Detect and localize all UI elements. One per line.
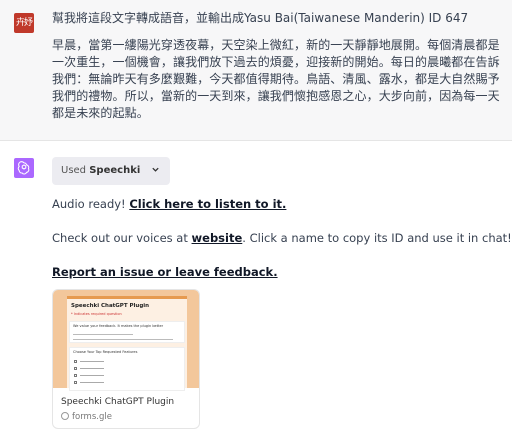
thumbnail-section: Choose Your Top Requested Features <box>69 347 185 391</box>
checkbox-icon <box>74 360 77 363</box>
plugin-used-toggle[interactable]: Used Speechki <box>52 157 170 185</box>
globe-icon <box>61 412 69 420</box>
user-message-text: 幫我將這段文字轉成語音，並輸出成Yasu Bai(Taiwanese Mande… <box>52 10 502 122</box>
card-domain: forms.gle <box>61 412 112 422</box>
thumbnail-title: Speechki ChatGPT Plugin <box>71 303 150 309</box>
plugin-used-prefix: Used <box>61 165 87 176</box>
thumbnail-subtitle: * Indicates required question <box>71 312 122 316</box>
card-domain-text: forms.gle <box>72 412 112 422</box>
thumbnail-section-label: Choose Your Top Requested Features <box>73 350 138 354</box>
form-thumbnail: Speechki ChatGPT Plugin * Indicates requ… <box>53 290 199 391</box>
assistant-message: Used Speechki Audio ready! Click here to… <box>0 141 512 448</box>
chevron-down-icon <box>151 157 160 185</box>
form-preview: Speechki ChatGPT Plugin * Indicates requ… <box>67 296 187 391</box>
thumbnail-option-line <box>80 368 104 369</box>
checkbox-icon <box>74 367 77 370</box>
voices-prefix-text: Check out our voices at <box>52 231 192 245</box>
link-preview-card[interactable]: Speechki ChatGPT Plugin * Indicates requ… <box>52 289 200 429</box>
report-issue-link[interactable]: Report an issue or leave feedback. <box>52 265 278 279</box>
website-link[interactable]: website <box>192 231 243 245</box>
user-paragraph: 早晨，當第一縷陽光穿透夜幕，天空染上微紅，新的一天靜靜地展開。每個清晨都是一次重… <box>52 38 500 120</box>
voices-line: Check out our voices at website. Click a… <box>52 231 512 245</box>
user-prompt: 幫我將這段文字轉成語音，並輸出成Yasu Bai(Taiwanese Mande… <box>52 11 469 25</box>
openai-icon <box>17 161 30 175</box>
user-avatar: 卉妤 <box>14 13 34 33</box>
audio-ready-text: Audio ready! <box>52 197 130 211</box>
chatgpt-logo-icon <box>14 158 34 178</box>
thumbnail-option-line <box>80 375 104 376</box>
user-message: 卉妤 幫我將這段文字轉成語音，並輸出成Yasu Bai(Taiwanese Ma… <box>0 0 512 141</box>
thumbnail-input-line <box>73 339 173 340</box>
thumbnail-option-line <box>80 382 104 383</box>
thumbnail-section: We value your feedback. It makes the plu… <box>69 321 185 343</box>
card-title: Speechki ChatGPT Plugin <box>61 397 175 407</box>
checkbox-icon <box>74 374 77 377</box>
voices-suffix-text: . Click a name to copy its ID and use it… <box>242 231 512 245</box>
thumbnail-input-line <box>73 334 133 335</box>
checkbox-icon <box>74 381 77 384</box>
listen-link[interactable]: Click here to listen to it. <box>129 197 286 211</box>
thumbnail-option-line <box>80 361 104 362</box>
thumbnail-section-label: We value your feedback. It makes the plu… <box>73 324 164 328</box>
audio-ready-line: Audio ready! Click here to listen to it. <box>52 197 286 211</box>
plugin-name: Speechki <box>89 165 141 176</box>
feedback-line: Report an issue or leave feedback. <box>52 265 278 279</box>
